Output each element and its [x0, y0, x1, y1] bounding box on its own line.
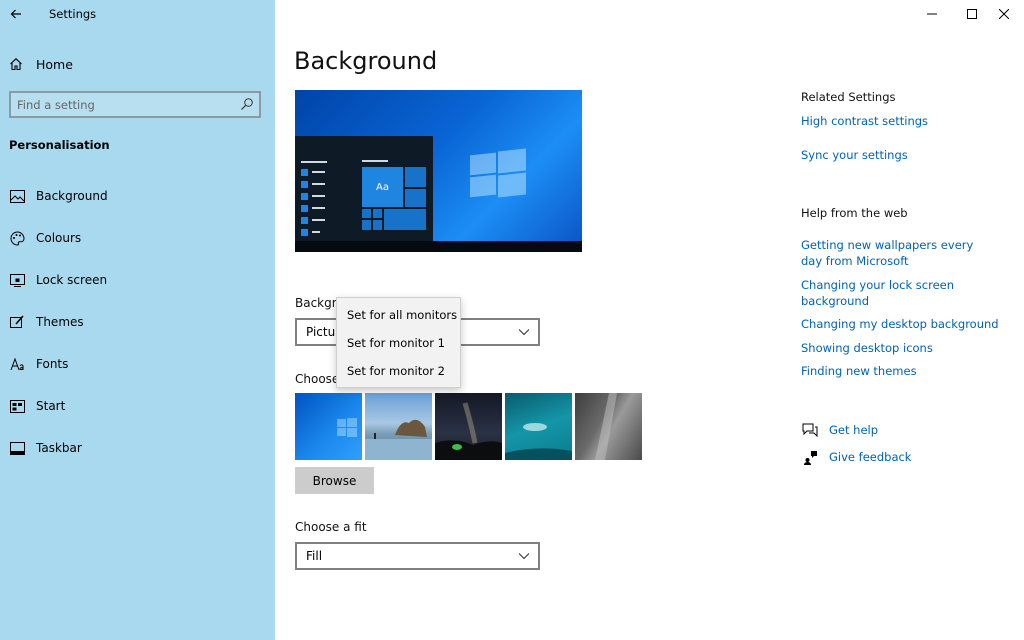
- font-icon: [9, 356, 25, 372]
- link-wallpapers[interactable]: Getting new wallpapers every day from Mi…: [801, 237, 996, 269]
- section-heading: Personalisation: [9, 138, 110, 152]
- menu-item-monitor-1[interactable]: Set for monitor 1: [337, 329, 460, 357]
- sidebar-item-start[interactable]: Start: [0, 387, 275, 425]
- picture-icon: [9, 188, 25, 204]
- app-title: Settings: [49, 7, 97, 21]
- titlebar-left: Settings: [0, 0, 275, 30]
- sidebar-item-label: Colours: [36, 231, 82, 245]
- maximize-icon: [967, 9, 977, 19]
- minimize-button[interactable]: [912, 0, 952, 28]
- give-feedback-link[interactable]: Give feedback: [801, 448, 911, 466]
- sidebar-item-label: Themes: [36, 315, 84, 329]
- sidebar-item-lock-screen[interactable]: Lock screen: [0, 261, 275, 299]
- taskbar-preview: [295, 241, 582, 252]
- get-help-link[interactable]: Get help: [801, 421, 878, 439]
- home-nav[interactable]: Home: [9, 54, 73, 74]
- thumbnail-beach[interactable]: [365, 393, 432, 460]
- menu-item-all-monitors[interactable]: Set for all monitors: [337, 301, 460, 329]
- link-new-themes[interactable]: Finding new themes: [801, 363, 1001, 379]
- lock-screen-icon: [9, 272, 25, 288]
- fit-dropdown[interactable]: Fill: [295, 542, 540, 570]
- home-icon: [10, 58, 22, 71]
- minimize-icon: [927, 13, 937, 15]
- home-label: Home: [36, 56, 73, 72]
- link-high-contrast[interactable]: High contrast settings: [801, 113, 1001, 129]
- sidebar-item-label: Fonts: [36, 357, 69, 371]
- link-sync-settings[interactable]: Sync your settings: [801, 147, 1001, 163]
- brush-icon: [9, 314, 25, 330]
- sidebar-item-label: Lock screen: [36, 273, 108, 287]
- sidebar-item-themes[interactable]: Themes: [0, 303, 275, 341]
- back-arrow-icon: [10, 9, 21, 19]
- thumbnail-night-sky[interactable]: [435, 393, 502, 460]
- thumbnail-windows[interactable]: [295, 393, 362, 460]
- close-icon: [999, 9, 1009, 19]
- sidebar-item-fonts[interactable]: Fonts: [0, 345, 275, 383]
- close-button[interactable]: [984, 0, 1024, 28]
- search-icon[interactable]: [240, 97, 254, 111]
- tile-label: Aa: [362, 167, 403, 207]
- choose-fit-label: Choose a fit: [295, 520, 367, 534]
- sidebar-item-taskbar[interactable]: Taskbar: [0, 429, 275, 467]
- related-settings-heading: Related Settings: [801, 90, 896, 104]
- sidebar-item-label: Background: [36, 189, 108, 203]
- menu-item-monitor-2[interactable]: Set for monitor 2: [337, 357, 460, 385]
- help-chat-icon: [801, 421, 819, 439]
- start-menu-preview: Aa: [295, 136, 433, 242]
- choose-picture-label: Choose: [295, 372, 340, 386]
- taskbar-icon: [9, 440, 25, 456]
- link-desktop-icons[interactable]: Showing desktop icons: [801, 340, 1001, 356]
- back-button[interactable]: [6, 4, 26, 24]
- palette-icon: [9, 230, 25, 246]
- thumbnail-underwater[interactable]: [505, 393, 572, 460]
- page-title: Background: [294, 47, 438, 75]
- picture-thumbnails: [295, 393, 642, 460]
- windows-logo: [470, 148, 526, 198]
- thumbnail-rock[interactable]: [575, 393, 642, 460]
- sidebar-item-background[interactable]: Background: [0, 177, 275, 215]
- chevron-down-icon: [518, 329, 530, 336]
- feedback-icon: [801, 448, 819, 466]
- browse-button[interactable]: Browse: [295, 467, 374, 494]
- search-input[interactable]: [17, 96, 227, 113]
- sidebar-item-label: Taskbar: [36, 441, 82, 455]
- link-desktop-background[interactable]: Changing my desktop background: [801, 316, 1001, 332]
- start-icon: [9, 398, 25, 414]
- monitor-context-menu: Set for all monitors Set for monitor 1 S…: [336, 297, 461, 388]
- sidebar-item-colours[interactable]: Colours: [0, 219, 275, 257]
- help-web-heading: Help from the web: [801, 206, 908, 220]
- chevron-down-icon: [518, 553, 530, 560]
- link-lock-screen[interactable]: Changing your lock screen background: [801, 277, 971, 309]
- background-preview: Aa: [295, 90, 582, 252]
- sidebar-item-label: Start: [36, 399, 66, 413]
- give-feedback-label: Give feedback: [829, 450, 912, 464]
- search-box[interactable]: [9, 91, 261, 118]
- get-help-label: Get help: [829, 423, 879, 437]
- sidebar: Settings Home Personalisation Background…: [0, 0, 275, 640]
- fit-value: Fill: [306, 549, 323, 563]
